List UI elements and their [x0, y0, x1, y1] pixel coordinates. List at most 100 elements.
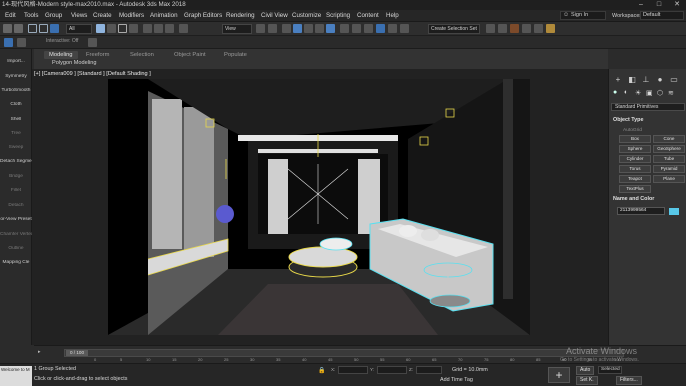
rotate-icon[interactable] [154, 24, 163, 33]
layer-explorer-icon[interactable] [388, 24, 397, 33]
layer-icon[interactable] [17, 38, 26, 47]
ies-icon[interactable] [4, 38, 13, 47]
autogrid-checkbox[interactable]: AutoGrid [623, 128, 642, 133]
container-icon[interactable] [88, 38, 97, 47]
scene-explorer-icon[interactable] [376, 24, 385, 33]
bind-space-warp-icon[interactable] [50, 24, 59, 33]
menu-civil-view[interactable]: Civil View [261, 10, 288, 22]
close-button[interactable]: ✕ [668, 0, 686, 10]
script-button[interactable]: Fillet [0, 188, 32, 193]
display-tab-icon[interactable]: ▭ [669, 75, 679, 85]
z-coordinate-field[interactable] [416, 366, 442, 374]
select-object-icon[interactable] [96, 24, 105, 33]
menu-graph-editors[interactable]: Graph Editors [184, 10, 222, 22]
primitive-category-dropdown[interactable]: Standard Primitives [611, 103, 685, 111]
pyramid-button[interactable]: Pyramid [653, 165, 685, 173]
script-button[interactable]: Chamfer Vertex [0, 232, 32, 237]
menu-content[interactable]: Content [357, 10, 379, 22]
link-icon[interactable] [28, 24, 37, 33]
cameras-icon[interactable]: ▣ [646, 89, 653, 97]
helpers-icon[interactable]: ⬡ [657, 89, 663, 97]
y-coordinate-field[interactable] [377, 366, 407, 374]
script-button[interactable]: Mapping Cle [0, 260, 32, 265]
lights-icon[interactable]: ☀ [635, 89, 641, 97]
menu-rendering[interactable]: Rendering [226, 10, 255, 22]
reference-coordinate-dropdown[interactable]: View [222, 24, 252, 34]
plane-button[interactable]: Plane [653, 175, 685, 183]
sign-in-dropdown[interactable]: ☺ Sign In [560, 11, 606, 20]
menu-views[interactable]: Views [71, 10, 87, 22]
menu-customize[interactable]: Customize [292, 10, 321, 22]
modify-tab-icon[interactable]: ◧ [627, 75, 637, 85]
menu-scripting[interactable]: Scripting [326, 10, 350, 22]
script-button[interactable]: Cloth [0, 102, 32, 107]
spinner-snap-icon[interactable] [326, 24, 335, 33]
menu-tools[interactable]: Tools [24, 10, 38, 22]
undo-icon[interactable] [3, 24, 12, 33]
camera-viewport[interactable] [108, 79, 530, 335]
mirror-icon[interactable] [352, 24, 361, 33]
edit-named-selection-icon[interactable] [340, 24, 349, 33]
maximize-button[interactable]: □ [650, 0, 668, 10]
percent-snap-icon[interactable] [315, 24, 324, 33]
material-editor-icon[interactable] [510, 24, 519, 33]
add-time-tag[interactable]: Add Time Tag [440, 377, 473, 383]
script-button[interactable]: Outline [0, 246, 32, 251]
scale-icon[interactable] [165, 24, 174, 33]
geosphere-button[interactable]: GeoSphere [653, 145, 685, 153]
angle-snap-icon[interactable] [304, 24, 313, 33]
ribbon-toggle-icon[interactable] [400, 24, 409, 33]
time-slider-track[interactable] [64, 349, 624, 357]
x-coordinate-field[interactable] [338, 366, 368, 374]
auto-key-button[interactable]: Auto [576, 366, 595, 375]
tab-populate[interactable]: Populate [224, 51, 247, 59]
maxscript-listener[interactable]: Welcome to M [0, 366, 32, 386]
hierarchy-tab-icon[interactable]: ⊥ [641, 75, 651, 85]
selection-filter-dropdown[interactable]: All [66, 24, 92, 34]
cone-button[interactable]: Cone [653, 135, 685, 143]
menu-modifiers[interactable]: Modifiers [119, 10, 144, 22]
torus-button[interactable]: Torus [619, 165, 651, 173]
script-button[interactable]: TurboSmooth [0, 88, 32, 93]
set-key-icon[interactable]: + [548, 367, 570, 383]
sphere-button[interactable]: Sphere [619, 145, 651, 153]
menu-edit[interactable]: Edit [5, 10, 16, 22]
script-button[interactable]: Detach Segments [0, 159, 32, 164]
tab-selection[interactable]: Selection [130, 51, 154, 59]
move-icon[interactable] [143, 24, 152, 33]
teapot-button[interactable]: Teapot [619, 175, 651, 183]
script-button[interactable]: Tree [0, 131, 32, 136]
minimize-button[interactable]: – [632, 0, 650, 10]
redo-icon[interactable] [14, 24, 23, 33]
tube-button[interactable]: Tube [653, 155, 685, 163]
box-button[interactable]: Box [619, 135, 651, 143]
shapes-icon[interactable]: ◐ [624, 89, 628, 96]
tab-freeform[interactable]: Freeform [86, 51, 110, 59]
wire-color-swatch[interactable] [669, 208, 679, 215]
space-warps-icon[interactable]: ≋ [668, 89, 674, 97]
lock-icon[interactable]: 🔒 [318, 367, 325, 374]
object-type-header[interactable]: Object Type [613, 117, 643, 123]
cylinder-button[interactable]: Cylinder [619, 155, 651, 163]
workspace-select[interactable]: Default [640, 11, 684, 20]
script-button[interactable]: Symmetry [0, 74, 32, 79]
menu-group[interactable]: Group [45, 10, 62, 22]
script-button[interactable]: Shell [0, 117, 32, 122]
curve-editor-icon[interactable] [486, 24, 495, 33]
align-icon[interactable] [364, 24, 373, 33]
menu-help[interactable]: Help [386, 10, 399, 22]
object-name-field[interactable]: 2113999564 [617, 207, 665, 215]
select-by-name-icon[interactable] [107, 24, 116, 33]
timeline-expand-icon[interactable]: ▸ [38, 349, 41, 355]
render-production-icon[interactable] [546, 24, 555, 33]
pivot-center-icon[interactable] [256, 24, 265, 33]
name-and-color-header[interactable]: Name and Color [613, 196, 654, 202]
textplus-button[interactable]: TextPlus [619, 185, 651, 193]
unlink-icon[interactable] [39, 24, 48, 33]
set-key-button[interactable]: Set K. [576, 376, 598, 385]
viewport-label-menu[interactable]: [+] [Camera009 ] [Standard ] [Default Sh… [34, 71, 151, 77]
create-tab-icon[interactable]: + [613, 75, 623, 85]
menu-create[interactable]: Create [93, 10, 112, 22]
key-filters-button[interactable]: Filters... [616, 376, 642, 385]
tab-object-paint[interactable]: Object Paint [174, 51, 206, 59]
